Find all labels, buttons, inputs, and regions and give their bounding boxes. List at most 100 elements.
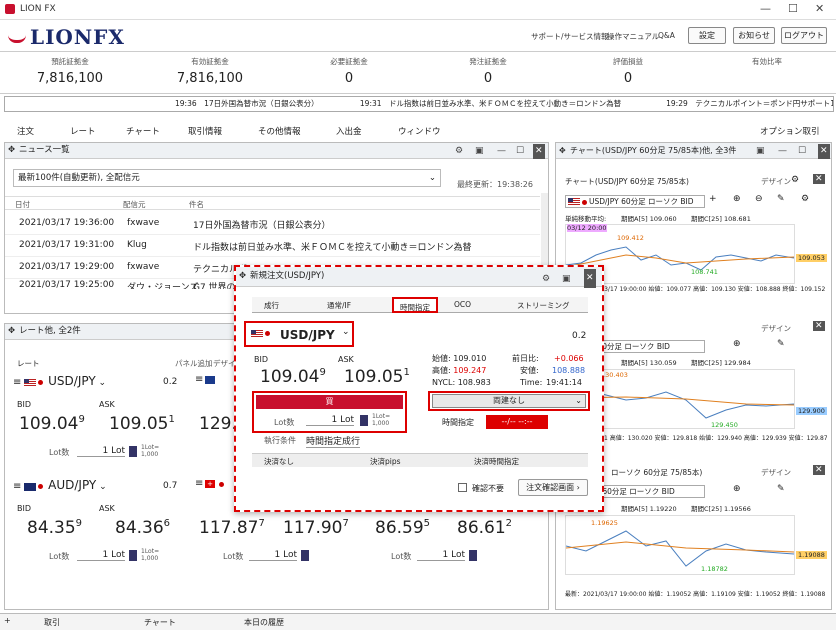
settle-none[interactable]: 決済なし xyxy=(264,456,294,467)
close-icon[interactable]: ✕ xyxy=(813,174,825,184)
ask-price[interactable]: 84.366 xyxy=(115,518,170,538)
move-icon[interactable]: ✥ xyxy=(239,267,246,286)
maximize-button[interactable]: ☐ xyxy=(788,2,798,15)
rate-card-usdjpy[interactable]: ≡ USD/JPY ⌄ 0.2 BID ASK 109.049 109.05 1 … xyxy=(13,374,193,464)
hedge-dropdown[interactable]: 両建なし ⌄ xyxy=(432,394,586,408)
gear-icon[interactable]: ⚙ xyxy=(455,144,463,159)
bid-price[interactable]: 86.595 xyxy=(375,518,430,538)
news-filter-select[interactable]: 最新100件(自動更新), 全配信元 ⌄ xyxy=(13,169,441,187)
tab-streaming[interactable]: ストリーミング xyxy=(517,300,570,311)
close-button[interactable]: ✕ xyxy=(815,2,824,15)
settle-pips[interactable]: 決済pips xyxy=(370,456,401,467)
logout-button[interactable]: ログアウト xyxy=(781,27,827,44)
lot-stepper[interactable] xyxy=(469,550,477,561)
dialog-bid-price[interactable]: 109.049 xyxy=(260,367,326,387)
settle-time[interactable]: 決済時間指定 xyxy=(474,456,519,467)
bid-price[interactable]: 109.049 xyxy=(19,414,85,434)
confirm-checkbox[interactable] xyxy=(458,483,467,492)
lot-stepper[interactable] xyxy=(301,550,309,561)
minimize-button[interactable]: — xyxy=(760,2,771,15)
layout-icon[interactable]: ▣ xyxy=(562,270,571,289)
menu-icon[interactable]: ≡ xyxy=(13,377,21,388)
move-icon[interactable]: ✥ xyxy=(8,324,15,339)
move-icon[interactable]: ✥ xyxy=(8,143,15,158)
maximize-icon[interactable]: ☐ xyxy=(798,144,806,159)
lot-input[interactable]: 1 Lot xyxy=(77,550,125,561)
lot-input[interactable]: 1 Lot xyxy=(306,415,354,426)
lot-input[interactable]: 1 Lot xyxy=(249,550,297,561)
table-row[interactable]: 2021/03/17 19:36:00 fxwave 17日外国為替市況（日銀公表分… xyxy=(5,213,540,235)
condition-value[interactable]: 時間指定成行 xyxy=(306,434,361,448)
design-link[interactable]: デザイン xyxy=(761,176,791,187)
lot-stepper[interactable] xyxy=(129,446,137,457)
menu-icon[interactable]: ≡ xyxy=(195,478,203,489)
move-icon[interactable]: ✥ xyxy=(559,143,566,158)
menu-option[interactable]: オプション取引 xyxy=(760,125,820,137)
ask-price[interactable]: 117.907 xyxy=(283,518,349,538)
minimize-icon[interactable]: — xyxy=(497,144,506,159)
menu-rate[interactable]: レート xyxy=(70,125,96,137)
maximize-icon[interactable]: ☐ xyxy=(516,144,524,159)
menu-order[interactable]: 注文 xyxy=(17,125,34,137)
table-row[interactable]: 2021/03/17 19:31:00 Klug ドル指数は前日並み水準、米ＦＯＭＣ… xyxy=(5,235,540,257)
draw-icon[interactable]: ✎ xyxy=(777,339,785,349)
tab-market[interactable]: 成行 xyxy=(264,300,279,311)
menu-trade-info[interactable]: 取引情報 xyxy=(188,125,222,137)
add-icon[interactable]: + xyxy=(709,194,717,204)
chart-pair-select[interactable]: USD/JPY 60分足 ローソク BID xyxy=(565,195,705,208)
status-tab-chart[interactable]: チャート xyxy=(144,617,176,628)
add-panel-link[interactable]: パネル追加 xyxy=(175,358,213,369)
notice-button[interactable]: お知らせ xyxy=(733,27,775,44)
menu-icon[interactable]: ≡ xyxy=(13,481,21,492)
bid-price[interactable]: 84.359 xyxy=(27,518,82,538)
link-qa[interactable]: Q&A xyxy=(658,31,675,40)
settings-icon[interactable]: ⚙ xyxy=(801,194,809,204)
layout-icon[interactable]: ▣ xyxy=(475,144,484,159)
rate-card-eurjpy[interactable]: ≡ 129.9 xyxy=(195,374,248,464)
zoom-in-icon[interactable]: ⊕ xyxy=(733,339,741,349)
menu-chart[interactable]: チャート xyxy=(126,125,160,137)
bid-price[interactable]: 117.877 xyxy=(199,518,265,538)
link-support[interactable]: サポート/サービス情報 xyxy=(531,31,609,42)
status-tab-trade[interactable]: 取引 xyxy=(44,617,60,628)
status-tab-history[interactable]: 本日の履歴 xyxy=(244,617,284,628)
ask-price[interactable]: 109.051 xyxy=(109,414,175,434)
close-icon[interactable]: ✕ xyxy=(813,465,825,475)
lot-stepper[interactable] xyxy=(129,550,137,561)
menu-deposit[interactable]: 入出金 xyxy=(336,125,362,137)
pair-select[interactable]: USD/JPY ⌄ xyxy=(244,321,354,347)
menu-window[interactable]: ウィンドウ xyxy=(398,125,441,137)
minimize-icon[interactable]: — xyxy=(778,144,787,159)
tab-oco[interactable]: OCO xyxy=(454,300,471,309)
menu-other-info[interactable]: その他情報 xyxy=(258,125,301,137)
lot-input[interactable]: 1 Lot xyxy=(417,550,465,561)
plus-icon[interactable]: + xyxy=(4,616,11,625)
dialog-ask-price[interactable]: 109.051 xyxy=(344,367,410,387)
close-icon[interactable]: ✕ xyxy=(533,144,545,159)
zoom-in-icon[interactable]: ⊕ xyxy=(733,194,741,204)
tab-time-specified[interactable]: 時間指定 xyxy=(392,297,438,313)
design-link[interactable]: デザイン xyxy=(761,467,791,478)
tab-normal-if[interactable]: 通常/IF xyxy=(327,300,351,311)
order-confirm-button[interactable]: 注文確認画面 › xyxy=(518,479,588,496)
rate-card-audjpy[interactable]: ≡ AUD/JPY ⌄ 0.7 BID ASK 84.359 84.366 Lo… xyxy=(13,478,193,568)
draw-icon[interactable]: ✎ xyxy=(777,194,785,204)
zoom-out-icon[interactable]: ⊖ xyxy=(755,194,763,204)
draw-icon[interactable]: ✎ xyxy=(777,484,785,494)
zoom-in-icon[interactable]: ⊕ xyxy=(733,484,741,494)
close-icon[interactable]: ✕ xyxy=(584,269,596,288)
layout-icon[interactable]: ▣ xyxy=(756,144,765,159)
lot-input[interactable]: 1 Lot xyxy=(77,446,125,457)
design-link[interactable]: デザイン xyxy=(761,323,791,334)
close-icon[interactable]: ✕ xyxy=(813,321,825,331)
ask-price[interactable]: 86.612 xyxy=(457,518,512,538)
lot-stepper[interactable] xyxy=(360,415,368,426)
news-ticker[interactable]: 19:36 17日外国為替市況（日銀公表分） 19:31 ドル指数は前日並み水準… xyxy=(4,96,834,112)
settings-button[interactable]: 設定 xyxy=(688,27,726,44)
link-manual[interactable]: 操作マニュアル xyxy=(607,31,659,42)
close-icon[interactable]: ✕ xyxy=(818,144,830,159)
gear-icon[interactable]: ⚙ xyxy=(791,175,799,185)
gear-icon[interactable]: ⚙ xyxy=(542,270,550,289)
buy-button[interactable]: 買 xyxy=(256,395,403,409)
time-spec-input[interactable]: --/-- --:-- xyxy=(486,415,548,429)
